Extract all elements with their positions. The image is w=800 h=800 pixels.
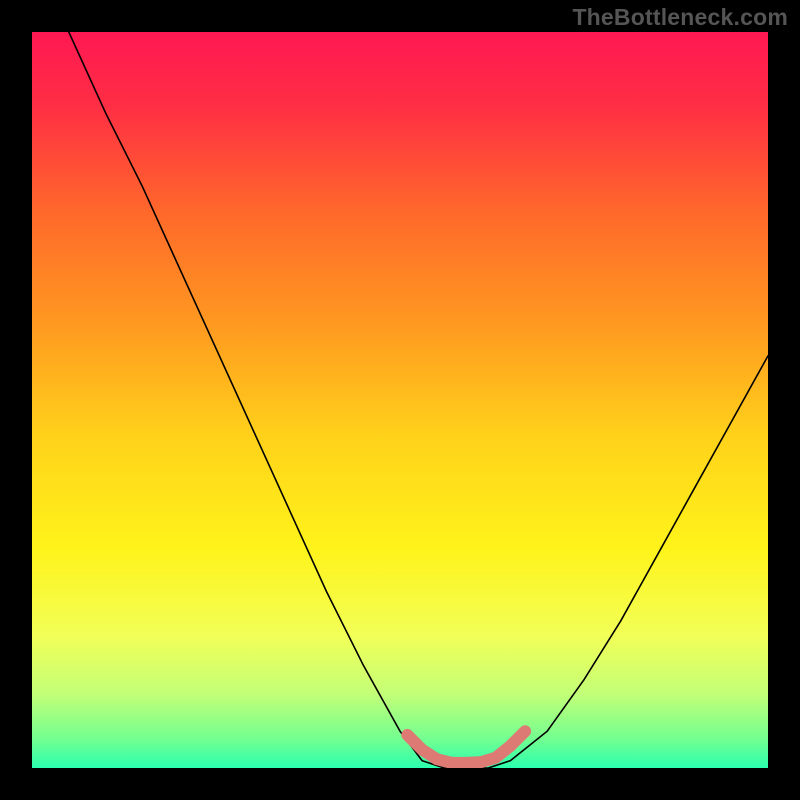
plot-area bbox=[32, 32, 768, 768]
gradient-background bbox=[32, 32, 768, 768]
chart-frame: TheBottleneck.com bbox=[0, 0, 800, 800]
chart-svg bbox=[32, 32, 768, 768]
watermark-label: TheBottleneck.com bbox=[572, 4, 788, 31]
